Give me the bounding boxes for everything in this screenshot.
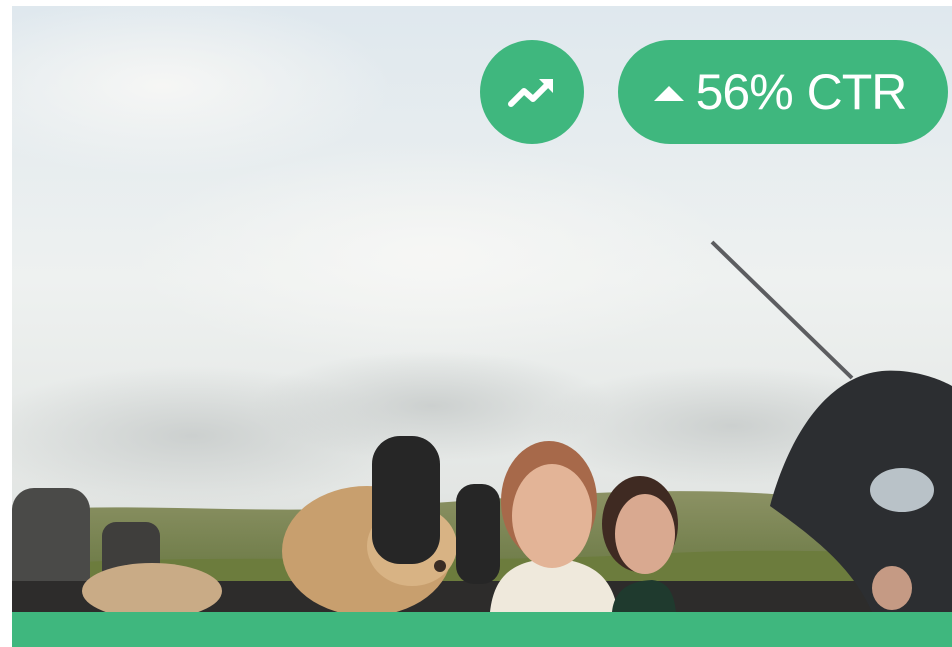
trend-badge xyxy=(480,40,584,144)
ctr-stat-pill: 56% CTR xyxy=(618,40,948,144)
trending-up-icon xyxy=(508,79,553,107)
ctr-value: 56% xyxy=(695,64,794,120)
ctr-unit: CTR xyxy=(806,64,908,120)
ad-card: 56% CTR xyxy=(12,6,952,647)
accent-bar xyxy=(12,612,952,647)
caret-up-icon xyxy=(653,85,684,101)
